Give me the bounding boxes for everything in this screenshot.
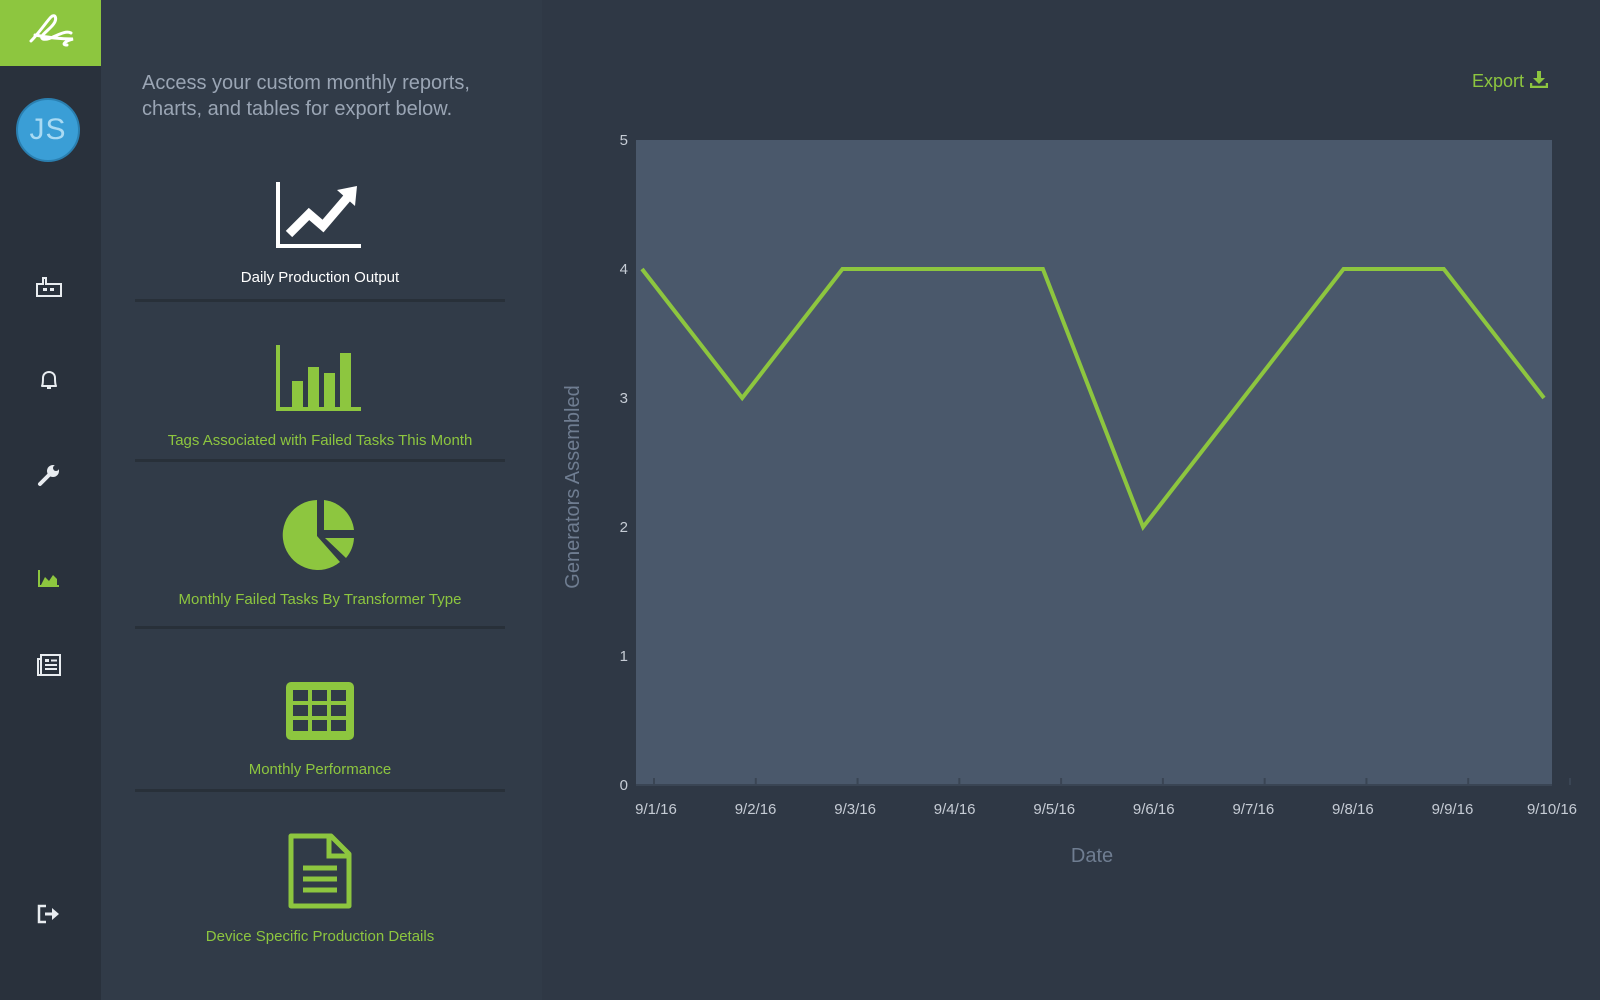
report-tags-failed-tasks[interactable]: Tags Associated with Failed Tasks This M… (135, 338, 505, 449)
report-label: Daily Production Output (240, 269, 400, 286)
logout-icon (36, 903, 62, 930)
x-tick-label: 9/3/16 (834, 801, 876, 818)
wrench-icon (36, 462, 62, 493)
divider (135, 299, 505, 302)
x-tick-label: 9/2/16 (735, 801, 777, 818)
y-tick-label: 3 (620, 390, 628, 407)
report-label: Monthly Failed Tasks By Transformer Type (178, 591, 462, 608)
divider (135, 626, 505, 629)
pie-chart-icon (282, 496, 358, 577)
nav-reports[interactable] (25, 560, 73, 600)
line-chart-up-icon (275, 180, 365, 255)
report-device-production-details[interactable]: Device Specific Production Details (135, 833, 505, 945)
x-tick-label: 9/10/16 (1527, 801, 1577, 818)
y-tick-label: 1 (620, 648, 628, 665)
x-tick-label: 9/1/16 (635, 801, 677, 818)
nav-rail: JS (0, 0, 101, 1000)
x-tick-label: 9/9/16 (1432, 801, 1474, 818)
report-monthly-performance[interactable]: Monthly Performance (135, 667, 505, 778)
divider (135, 789, 505, 792)
reports-panel: Access your custom monthly reports, char… (101, 0, 542, 1000)
nav-maintenance[interactable] (25, 457, 73, 497)
plot-area (636, 140, 1552, 785)
report-label: Monthly Performance (248, 761, 392, 778)
y-tick-label: 2 (620, 519, 628, 536)
x-tick-label: 9/7/16 (1232, 801, 1274, 818)
nav-documents[interactable] (25, 647, 73, 687)
nav-alerts[interactable] (25, 362, 73, 402)
bell-icon (37, 368, 61, 397)
line-chart: 0 1 2 3 4 5 9/1/16 9/2/16 9/3/16 9/4/16 9/5/16 9/6… (562, 132, 1577, 867)
x-tick-label: 9/5/16 (1033, 801, 1075, 818)
y-tick-label: 5 (620, 132, 628, 149)
y-tick-label: 0 (620, 777, 628, 794)
x-axis-label: Date (1071, 845, 1113, 867)
avatar-initials: JS (29, 113, 67, 146)
app-logo[interactable] (0, 0, 101, 66)
panel-intro: Access your custom monthly reports, char… (142, 72, 470, 120)
newspaper-icon (36, 653, 62, 682)
area-chart-icon (37, 568, 61, 593)
bar-chart-icon (275, 345, 365, 418)
y-tick-label: 4 (620, 261, 628, 278)
divider (135, 459, 505, 462)
nav-factory[interactable] (25, 268, 73, 308)
report-daily-production-output[interactable]: Daily Production Output (135, 175, 505, 286)
factory-icon (35, 274, 63, 303)
document-icon (287, 833, 353, 914)
x-tick-label: 9/4/16 (934, 801, 976, 818)
x-tick-label: 9/6/16 (1133, 801, 1175, 818)
chart-area: Export 012345 9/1/16 9/2/16 9/3/16 9/4/16 9/… (542, 0, 1600, 1000)
signature-logo-icon (21, 11, 81, 56)
report-label: Tags Associated with Failed Tasks This M… (167, 432, 473, 449)
table-icon (284, 680, 356, 747)
logout-button[interactable] (25, 896, 73, 936)
report-label: Device Specific Production Details (205, 928, 435, 945)
x-tick-label: 9/8/16 (1332, 801, 1374, 818)
report-failed-tasks-by-transformer[interactable]: Monthly Failed Tasks By Transformer Type (135, 497, 505, 608)
user-avatar[interactable]: JS (16, 98, 80, 162)
y-axis-label: Generators Assembled (562, 385, 584, 588)
